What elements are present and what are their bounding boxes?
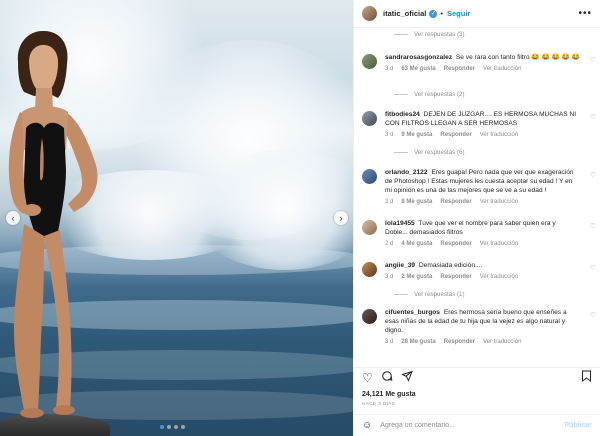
comment-username[interactable]: lola19455 — [385, 220, 415, 227]
comment: cifuentes_burgos Eres hermosa sería buen… — [354, 304, 600, 349]
translate-button[interactable]: Ver traducción — [483, 338, 521, 347]
separator-dot: • — [440, 9, 443, 18]
carousel-dot — [167, 425, 171, 429]
view-replies-label: Ver respuestas (6) — [414, 148, 465, 156]
carousel-dot — [174, 425, 178, 429]
heart-icon[interactable]: ♡ — [590, 113, 596, 121]
comment-time[interactable]: 3 d — [385, 338, 393, 347]
view-replies-button[interactable]: Ver respuestas (2) — [354, 88, 600, 100]
avatar[interactable] — [362, 111, 377, 126]
carousel-dot — [160, 425, 164, 429]
avatar[interactable] — [362, 6, 377, 21]
chevron-right-icon[interactable]: › — [334, 211, 348, 225]
reply-line — [394, 151, 408, 153]
reply-button[interactable]: Responder — [444, 65, 475, 74]
comment-meta: 3 d 28 Me gusta Responder Ver traducción — [385, 338, 580, 347]
comment-likes[interactable]: 9 Me gusta — [401, 131, 432, 140]
translate-button[interactable]: Ver traducción — [480, 273, 518, 282]
post-actions: ♡ — [354, 367, 600, 387]
comment-time[interactable]: 2 d — [385, 240, 393, 249]
view-replies-label: Ver respuestas (3) — [414, 30, 465, 38]
comment-likes[interactable]: 4 Me gusta — [401, 240, 432, 249]
heart-icon[interactable]: ♡ — [590, 222, 596, 230]
add-comment-input[interactable]: Agrega un comentario... — [380, 422, 564, 429]
view-replies-button[interactable]: Ver respuestas (1) — [354, 288, 600, 300]
add-comment-bar: ☺ Agrega un comentario... Publicar — [354, 414, 600, 436]
reply-line — [394, 293, 408, 295]
comment-username[interactable]: sandrarosasgonzalez — [385, 54, 452, 61]
publish-button[interactable]: Publicar — [564, 422, 592, 429]
avatar[interactable] — [362, 54, 377, 69]
comment-text: Se ve rara con tanto filtro 😂 😂 😂 😂 😂 — [455, 54, 580, 61]
view-replies-button[interactable]: Ver respuestas (6) — [354, 146, 600, 158]
comment-username[interactable]: orlando_2122 — [385, 169, 428, 176]
reply-button[interactable]: Responder — [440, 198, 471, 207]
avatar[interactable] — [362, 262, 377, 277]
comment-username[interactable]: angiie_39 — [385, 262, 415, 269]
share-icon[interactable] — [400, 370, 413, 385]
post-time: HACE 3 DÍAS — [362, 402, 396, 407]
comments-list[interactable]: Ver respuestas (3) sandrarosasgonzalez S… — [354, 28, 600, 365]
comment: sandrarosasgonzalez Se ve rara con tanto… — [354, 49, 600, 76]
likes-count[interactable]: 24,121 Me gusta — [362, 391, 416, 398]
view-replies-label: Ver respuestas (2) — [414, 90, 465, 98]
view-replies-label: Ver respuestas (1) — [414, 290, 465, 298]
post-header: itatic_oficial ✓ • Seguir ••• — [354, 0, 600, 28]
comment-meta: 2 d 4 Me gusta Responder Ver traducción — [385, 240, 580, 249]
heart-icon[interactable]: ♡ — [590, 171, 596, 179]
follow-button[interactable]: Seguir — [447, 9, 470, 18]
reply-button[interactable]: Responder — [440, 131, 471, 140]
chevron-left-icon[interactable]: ‹ — [6, 211, 20, 225]
comment: orlando_2122 Eres guapa! Pero nada que v… — [354, 164, 600, 209]
heart-icon[interactable]: ♡ — [590, 311, 596, 319]
post-photo[interactable]: ‹ › — [0, 0, 353, 436]
comment: lola19455 Tuve que ver el nombre para sa… — [354, 215, 600, 251]
comment-username[interactable]: fitbodies24 — [385, 111, 420, 118]
carousel-dots — [160, 425, 185, 429]
post-panel: itatic_oficial ✓ • Seguir ••• Ver respue… — [353, 0, 600, 436]
post-username[interactable]: itatic_oficial — [383, 9, 426, 18]
reply-button[interactable]: Responder — [444, 338, 475, 347]
reply-button[interactable]: Responder — [440, 273, 471, 282]
comment-time[interactable]: 3 d — [385, 198, 393, 207]
reply-line — [394, 93, 408, 95]
comment-time[interactable]: 3 d — [385, 65, 393, 74]
comment-text: Demasiada edición.... — [418, 262, 483, 269]
comment-time[interactable]: 3 d — [385, 273, 393, 282]
bookmark-icon[interactable] — [581, 370, 592, 385]
avatar[interactable] — [362, 309, 377, 324]
comment-meta: 3 d 8 Me gusta Responder Ver traducción — [385, 198, 580, 207]
comment-likes[interactable]: 2 Me gusta — [401, 273, 432, 282]
translate-button[interactable]: Ver traducción — [483, 65, 521, 74]
comment-icon[interactable] — [381, 370, 393, 385]
emoji-icon[interactable]: ☺ — [362, 420, 372, 431]
comment-username[interactable]: cifuentes_burgos — [385, 309, 440, 316]
more-options-icon[interactable]: ••• — [578, 8, 592, 19]
translate-button[interactable]: Ver traducción — [480, 131, 518, 140]
translate-button[interactable]: Ver traducción — [480, 198, 518, 207]
heart-icon[interactable]: ♡ — [362, 371, 373, 385]
comment-meta: 3 d 2 Me gusta Responder Ver traducción — [385, 273, 580, 282]
verified-icon: ✓ — [429, 9, 438, 18]
view-replies-button[interactable]: Ver respuestas (3) — [354, 28, 600, 40]
avatar[interactable] — [362, 169, 377, 184]
avatar[interactable] — [362, 220, 377, 235]
carousel-dot — [181, 425, 185, 429]
comment-likes[interactable]: 63 Me gusta — [401, 65, 435, 74]
comment-likes[interactable]: 28 Me gusta — [401, 338, 435, 347]
comment-likes[interactable]: 8 Me gusta — [401, 198, 432, 207]
reply-button[interactable]: Responder — [440, 240, 471, 249]
comment-meta: 3 d 63 Me gusta Responder Ver traducción — [385, 65, 580, 74]
comment-meta: 3 d 9 Me gusta Responder Ver traducción — [385, 131, 580, 140]
comment: angiie_39 Demasiada edición.... 3 d 2 Me… — [354, 257, 600, 284]
heart-icon[interactable]: ♡ — [590, 264, 596, 272]
reply-line — [394, 33, 408, 35]
comment-time[interactable]: 3 d — [385, 131, 393, 140]
woman-figure — [8, 30, 98, 418]
heart-icon[interactable]: ♡ — [590, 56, 596, 64]
comment: fitbodies24 DEJEN DE JUZGAR.... ES HERMO… — [354, 106, 600, 142]
translate-button[interactable]: Ver traducción — [480, 240, 518, 249]
